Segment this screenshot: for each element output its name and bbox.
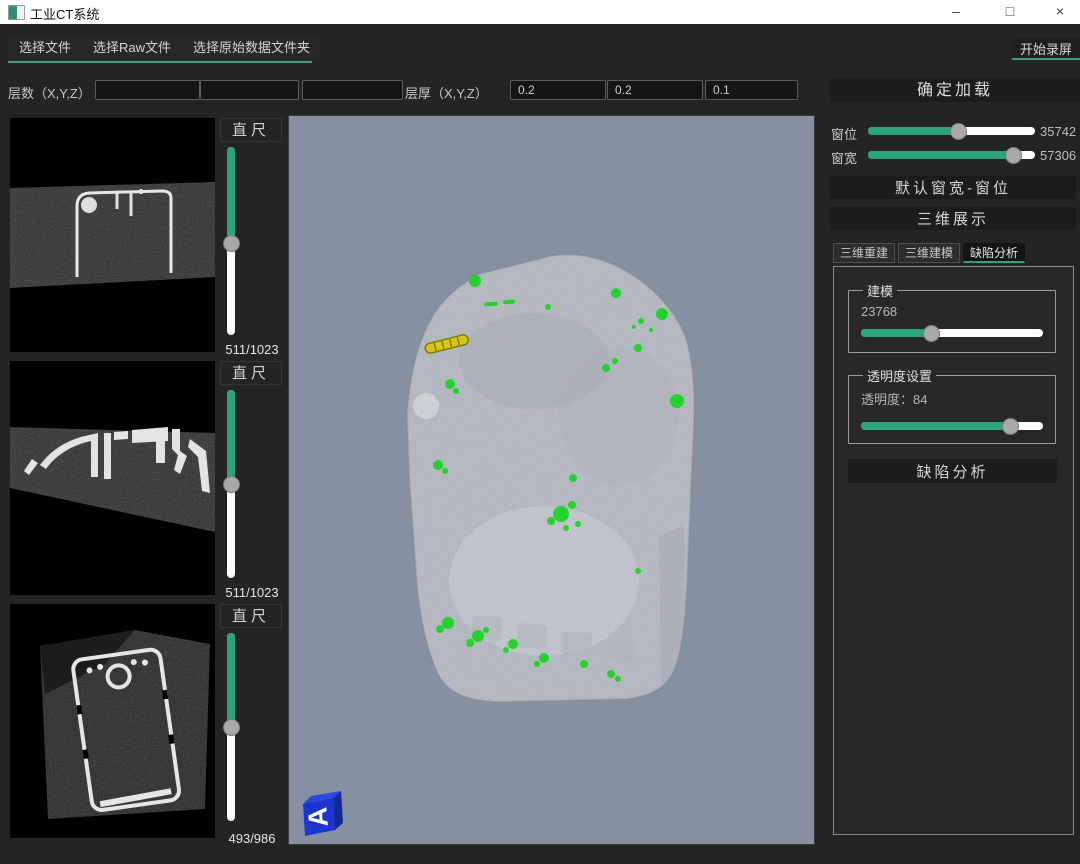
defect-analysis-button[interactable]: 缺陷分析 — [848, 459, 1057, 483]
modeling-group: 建模 23768 — [848, 281, 1056, 353]
3d-viewport[interactable]: A — [288, 115, 815, 845]
tab-3d-reconstruction[interactable]: 三维重建 — [833, 243, 895, 263]
modeling-value: 23768 — [861, 304, 1045, 319]
slice-counter-3: 493/986 — [219, 831, 285, 846]
slider-knob[interactable] — [923, 325, 940, 342]
slider-fill — [227, 390, 235, 484]
titlebar: 工业CT系统 – □ × — [0, 0, 1080, 24]
thickness-x-input[interactable] — [510, 80, 606, 100]
window-level-value: 35742 — [1040, 124, 1076, 139]
close-button[interactable]: × — [1037, 0, 1080, 24]
ruler-button-2[interactable]: 直尺 — [220, 361, 282, 385]
select-raw-data-folder-button[interactable]: 选择原始数据文件夹 — [182, 35, 321, 60]
app-window: 工业CT系统 – □ × 选择文件 选择Raw文件 选择原始数据文件夹 开始录屏… — [0, 0, 1080, 864]
minimize-button[interactable]: – — [933, 0, 979, 24]
opacity-group: 透明度设置 透明度：84 — [848, 366, 1056, 444]
thickness-y-input[interactable] — [607, 80, 703, 100]
slider-knob[interactable] — [223, 719, 240, 736]
window-width-slider[interactable] — [868, 151, 1035, 159]
opacity-group-title: 透明度设置 — [863, 366, 936, 385]
tab-defect-analysis[interactable]: 缺陷分析 — [963, 243, 1025, 263]
slider-fill — [227, 147, 235, 243]
default-window-button[interactable]: 默认窗宽-窗位 — [830, 176, 1076, 199]
layers-y-input[interactable] — [200, 80, 299, 100]
thickness-z-input[interactable] — [705, 80, 798, 100]
start-recording-button[interactable]: 开始录屏 — [1012, 38, 1080, 60]
opacity-slider[interactable] — [861, 422, 1043, 430]
display-3d-button[interactable]: 三维展示 — [830, 207, 1076, 230]
slider-fill — [227, 633, 235, 727]
ct-slice-view-front[interactable] — [10, 118, 215, 352]
slider-knob[interactable] — [1002, 418, 1019, 435]
slider-knob[interactable] — [223, 235, 240, 252]
slider-fill — [868, 127, 958, 135]
layers-label: 层数（X,Y,Z） — [8, 83, 91, 102]
slice-slider-2[interactable] — [227, 390, 235, 578]
slice-counter-1: 511/1023 — [219, 342, 285, 357]
ruler-button-3[interactable]: 直尺 — [220, 604, 282, 628]
opacity-value-label: 透明度：84 — [861, 389, 1045, 408]
slider-fill — [868, 151, 1013, 159]
app-icon — [8, 5, 25, 20]
modeling-group-title: 建模 — [863, 281, 897, 300]
ruler-button-1[interactable]: 直尺 — [220, 118, 282, 142]
ct-slice-view-side[interactable] — [10, 361, 215, 595]
slice-slider-3[interactable] — [227, 633, 235, 821]
slice-counter-2: 511/1023 — [219, 585, 285, 600]
ct-slice-view-top[interactable] — [10, 604, 215, 838]
window-level-label: 窗位 — [831, 124, 857, 143]
window-title: 工业CT系统 — [30, 4, 99, 23]
select-raw-file-button[interactable]: 选择Raw文件 — [82, 35, 182, 60]
orientation-cube[interactable]: A — [302, 791, 343, 836]
window-width-label: 窗宽 — [831, 148, 857, 167]
file-toolbar: 选择文件 选择Raw文件 选择原始数据文件夹 — [8, 34, 312, 63]
thickness-label: 层厚（X,Y,Z） — [405, 83, 488, 102]
slider-knob[interactable] — [950, 123, 967, 140]
modeling-slider[interactable] — [861, 329, 1043, 337]
slice-slider-1[interactable] — [227, 147, 235, 335]
slider-knob[interactable] — [223, 476, 240, 493]
layers-z-input[interactable] — [302, 80, 403, 100]
layers-x-input[interactable] — [95, 80, 200, 100]
slider-fill — [861, 422, 1010, 430]
confirm-load-button[interactable]: 确定加载 — [830, 78, 1080, 102]
select-file-button[interactable]: 选择文件 — [8, 35, 82, 60]
analysis-tabbar: 三维重建 三维建模 缺陷分析 — [833, 243, 1028, 265]
slider-knob[interactable] — [1005, 147, 1022, 164]
cube-letter: A — [302, 806, 334, 828]
slider-fill — [861, 329, 932, 337]
maximize-button[interactable]: □ — [987, 0, 1033, 24]
tab-3d-modeling[interactable]: 三维建模 — [898, 243, 960, 263]
window-width-value: 57306 — [1040, 148, 1076, 163]
window-level-slider[interactable] — [868, 127, 1035, 135]
